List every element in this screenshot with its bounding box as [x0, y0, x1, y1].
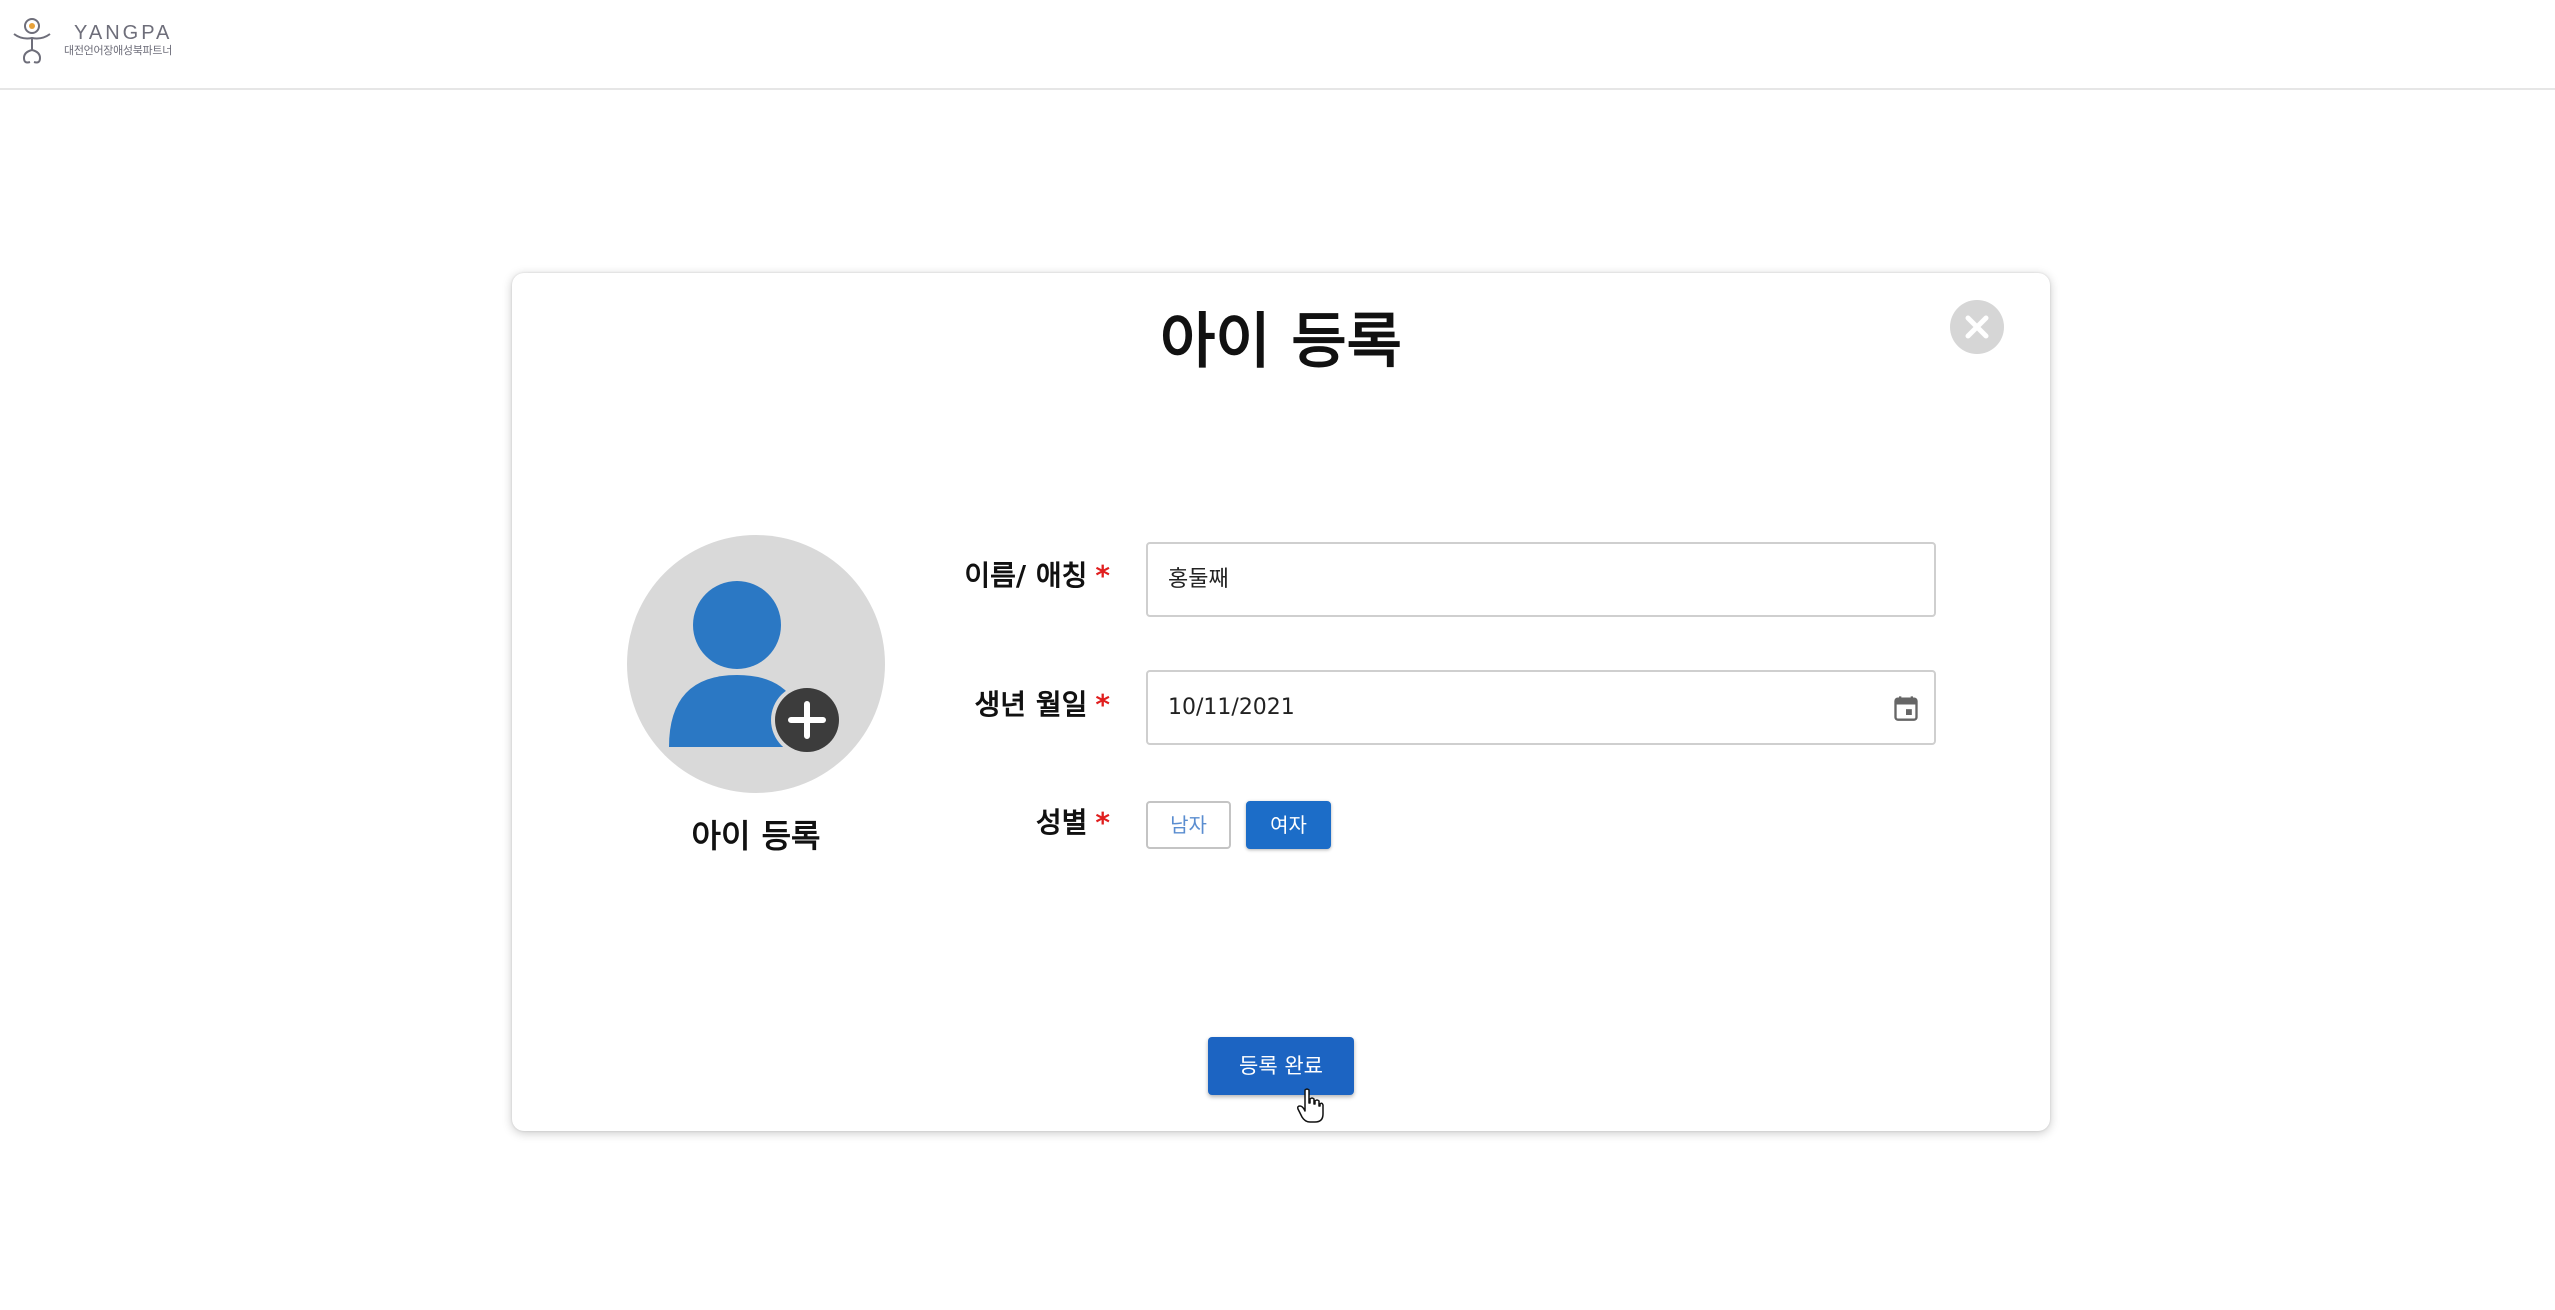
gender-label-text: 성별 — [1035, 806, 1088, 839]
modal-title: 아이 등록 — [1160, 307, 1402, 377]
required-mark: * — [1095, 688, 1110, 721]
name-label-text: 이름/ 애칭 — [964, 559, 1088, 592]
close-button[interactable] — [1950, 300, 2004, 354]
close-icon — [1965, 315, 1989, 339]
name-label: 이름/ 애칭 * — [810, 556, 1110, 596]
birthdate-label-text: 생년 월일 — [974, 688, 1088, 721]
required-mark: * — [1095, 559, 1110, 592]
birthdate-label: 생년 월일 * — [810, 685, 1110, 725]
birthdate-input[interactable]: 10/11/2021 — [1146, 670, 1936, 745]
gender-female-button[interactable]: 여자 — [1246, 801, 1331, 849]
calendar-icon[interactable] — [1892, 694, 1920, 722]
birthdate-input-value: 10/11/2021 — [1168, 695, 1295, 720]
name-input[interactable]: 홍둘째 — [1146, 542, 1936, 617]
register-child-modal: 아이 등록 아이 등록 이름/ 애칭 * 홍둘째 생년 월일 * 10/11/202… — [512, 273, 2050, 1131]
top-bar: YANGPA 대전언어장애성북파트너 — [0, 0, 2555, 90]
gender-male-button[interactable]: 남자 — [1146, 801, 1231, 849]
logo-subtitle: 대전언어장애성북파트너 — [64, 45, 173, 57]
submit-button[interactable]: 등록 완료 — [1208, 1037, 1354, 1095]
logo-mark-icon — [13, 18, 51, 64]
required-mark: * — [1095, 806, 1110, 839]
gender-label: 성별 * — [810, 803, 1110, 843]
name-input-value: 홍둘째 — [1168, 567, 1229, 592]
logo[interactable]: YANGPA 대전언어장애성북파트너 — [10, 14, 172, 66]
logo-title: YANGPA — [74, 22, 173, 44]
